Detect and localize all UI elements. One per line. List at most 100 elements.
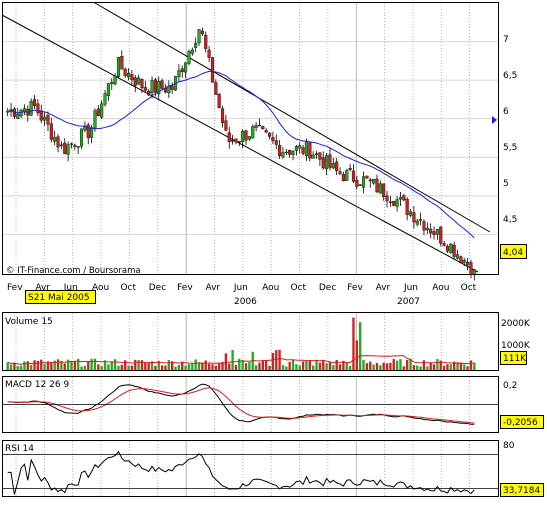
volume-bar <box>385 363 389 370</box>
candle-body <box>415 220 419 225</box>
candle-body <box>46 114 50 125</box>
volume-bar <box>77 358 80 370</box>
candle-body <box>19 109 23 117</box>
candle-body <box>103 93 107 105</box>
volume-bar <box>207 363 211 370</box>
volume-bar <box>26 361 29 370</box>
candle-body <box>267 132 272 137</box>
stock-chart: 7 6,5 6 5,5 5 4,5 4,04 © IT-Finance.com … <box>1 2 544 497</box>
year-label: 2006 <box>234 297 257 307</box>
candle-body <box>53 137 57 142</box>
volume-bar <box>291 359 295 370</box>
candle-body <box>264 130 268 133</box>
rsi-title: RSI 14 <box>5 444 34 454</box>
candle-body <box>130 74 134 80</box>
candle-body <box>16 113 20 119</box>
volume-bar <box>335 359 338 370</box>
candle-body <box>254 124 258 128</box>
arrow-marker-icon <box>492 116 497 124</box>
candle-body <box>241 131 245 143</box>
volume-bar <box>167 360 170 370</box>
last-price-badge: 4,04 <box>500 244 527 259</box>
volume-bar <box>231 349 234 370</box>
x-month-label: Avr <box>205 283 220 293</box>
price-tick: 7 <box>503 35 509 45</box>
volume-bar <box>338 364 342 370</box>
candle-body <box>170 85 174 90</box>
x-month-label: Aou <box>262 283 279 293</box>
volume-bar <box>90 358 93 370</box>
candle-body <box>335 161 339 172</box>
candle-body <box>244 130 248 141</box>
candle-body <box>382 183 386 198</box>
volume-bar <box>124 360 127 370</box>
x-month-label: Jun <box>233 283 248 293</box>
volume-bar <box>16 366 19 370</box>
candle-body <box>69 143 74 145</box>
volume-bar <box>248 361 251 370</box>
candle-body <box>247 136 251 140</box>
candle-body <box>455 254 460 259</box>
candle-body <box>442 243 446 246</box>
candle-body <box>449 243 453 253</box>
volume-bar <box>419 366 422 370</box>
volume-bar <box>30 365 33 370</box>
candle-body <box>358 184 362 186</box>
volume-bar <box>426 366 429 370</box>
candle-body <box>147 90 151 96</box>
candle-body <box>439 226 443 244</box>
candle-body <box>294 146 298 151</box>
volume-bar <box>295 364 298 370</box>
volume-bar <box>36 360 40 370</box>
volume-bar <box>9 364 13 370</box>
candle-body <box>462 259 466 263</box>
candle-body <box>63 142 67 155</box>
candle-body <box>412 212 416 223</box>
candle-body <box>257 124 262 127</box>
candle-body <box>49 123 53 140</box>
candle-body <box>36 103 40 114</box>
candle-body <box>160 80 164 89</box>
candle-body <box>86 124 90 139</box>
volume-bar <box>449 364 452 370</box>
volume-bar <box>117 365 120 370</box>
candle-body <box>298 145 302 149</box>
volume-bar <box>328 362 332 370</box>
volume-bar <box>352 317 355 370</box>
volume-bar <box>97 364 100 370</box>
volume-bar <box>23 361 26 370</box>
candle-body <box>422 221 426 231</box>
candle-body <box>425 227 429 231</box>
volume-bar <box>312 365 315 370</box>
volume-bar <box>261 360 264 370</box>
price-tick: 5,5 <box>503 143 517 153</box>
volume-bar <box>345 362 348 370</box>
volume-bar <box>281 365 285 370</box>
candle-body <box>308 142 312 159</box>
candle-body <box>207 49 211 58</box>
candle-body <box>227 132 231 143</box>
candle-body <box>469 262 473 276</box>
candle-body <box>419 219 423 221</box>
candle-body <box>405 199 409 215</box>
volume-bar <box>362 360 365 370</box>
volume-bar <box>265 360 268 370</box>
candle-body <box>408 211 413 216</box>
volume-bar <box>214 365 217 370</box>
candle-body <box>90 127 94 138</box>
volume-bar <box>402 366 405 370</box>
candle-body <box>361 176 366 188</box>
candle-body <box>220 108 225 124</box>
price-tick: 6 <box>503 107 509 117</box>
candle-body <box>304 141 309 157</box>
volume-bar <box>140 360 144 370</box>
macd-signal-line <box>7 387 475 424</box>
volume-bar <box>160 365 164 370</box>
volume-bar <box>87 361 90 370</box>
candle-body <box>452 244 456 257</box>
chart-stage: 7 6,5 6 5,5 5 4,5 4,04 © IT-Finance.com … <box>0 0 547 502</box>
volume-bar <box>359 322 362 370</box>
candle-body <box>66 144 70 155</box>
candle-body <box>321 157 325 169</box>
volume-bar <box>43 363 46 370</box>
